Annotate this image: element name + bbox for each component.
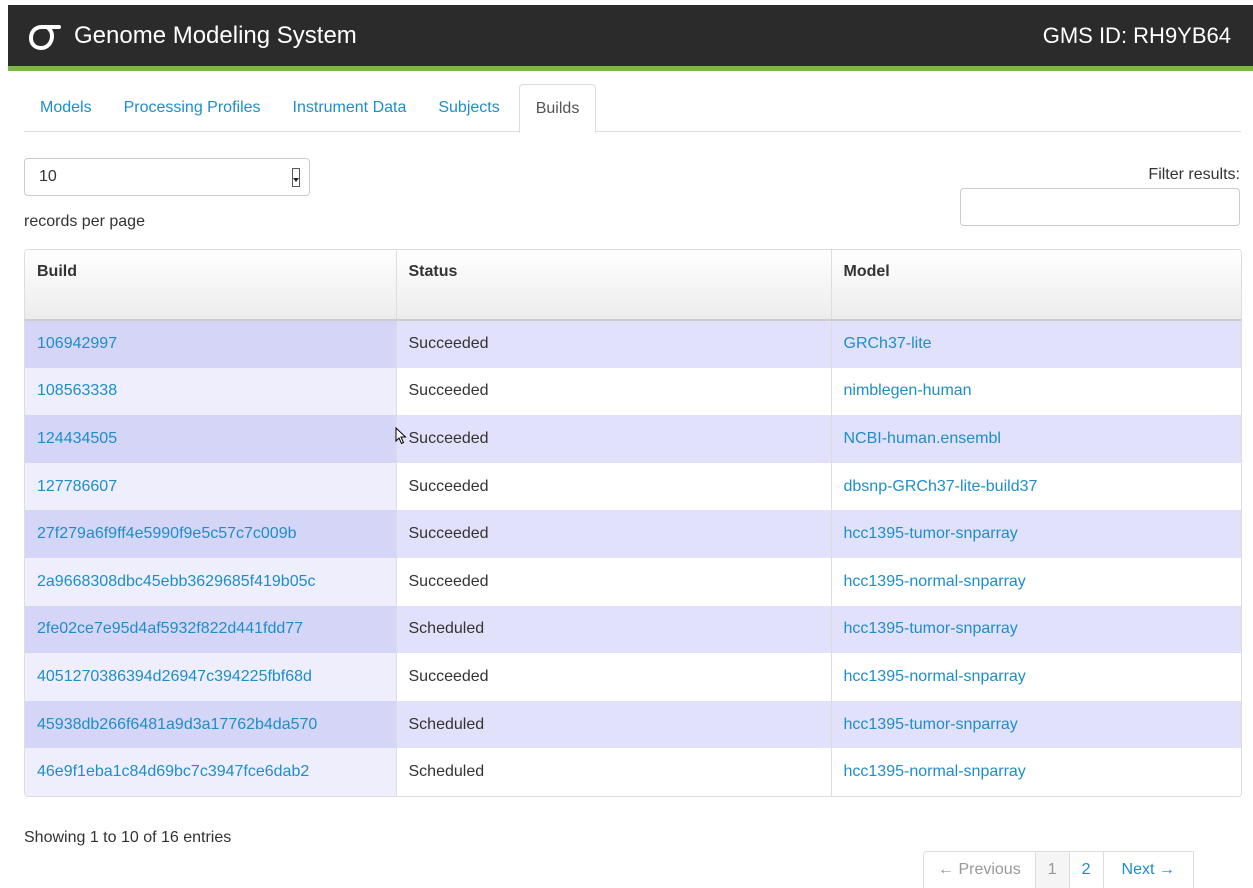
gms-id: GMS ID: RH9YB64 [1042,22,1231,48]
table-row: 124434505 Succeeded NCBI-human.ensembl [25,415,1241,463]
model-cell: GRCh37-lite [830,320,1241,368]
build-cell: 2fe02ce7e95d4af5932f822d441fdd77 [25,605,396,654]
navbar-accent-stripe [8,66,1253,71]
build-cell: 108563338 [25,367,396,416]
status-cell: Succeeded [395,510,831,558]
build-link[interactable]: 2fe02ce7e95d4af5932f822d441fdd77 [37,620,303,637]
status-cell: Succeeded [395,415,831,463]
table-header-row: Build Status Model [25,250,1241,321]
build-cell: 46e9f1eba1c84d69bc7c3947fce6dab2 [25,748,396,796]
table-row: 127786607 Succeeded dbsnp-GRCh37-lite-buil… [25,462,1241,511]
model-link[interactable]: hcc1395-normal-snparray [844,763,1026,780]
nav-tabs: Models Processing Profiles Instrument Da… [24,84,1241,133]
table-row: 2a9668308dbc45ebb3629685f419b05c Succeede… [25,557,1241,606]
status-cell: Succeeded [395,462,831,511]
build-link[interactable]: 45938db266f6481a9d3a17762b4da570 [37,716,317,733]
status-cell: Succeeded [395,367,831,416]
select-arrow-icon [292,168,300,187]
table-row: 45938db266f6481a9d3a17762b4da570 Schedule… [25,700,1241,749]
build-link[interactable]: 127786607 [37,478,117,495]
status-cell: Succeeded [395,320,831,368]
build-cell: 27f279a6f9ff4e5990f9e5c57c7c009b [25,510,396,558]
model-cell: hcc1395-tumor-snparray [830,700,1241,749]
table-row: 108563338 Succeeded nimblegen-human [25,367,1241,416]
build-link[interactable]: 106942997 [37,335,117,352]
brand[interactable]: Genome Modeling System [28,5,357,66]
model-link[interactable]: GRCh37-lite [844,335,932,352]
build-cell: 2a9668308dbc45ebb3629685f419b05c [25,557,396,606]
model-link[interactable]: NCBI-human.ensembl [844,430,1001,447]
tab-instrument-data[interactable]: Instrument Data [277,84,423,132]
table-row: 4051270386394d26947c394225fbf68d Succeede… [25,653,1241,701]
build-cell: 124434505 [25,415,396,463]
build-cell: 45938db266f6481a9d3a17762b4da570 [25,700,396,749]
build-cell: 127786607 [25,462,396,511]
model-cell: hcc1395-normal-snparray [830,557,1241,606]
column-header-build[interactable]: Build [25,250,396,321]
model-cell: dbsnp-GRCh37-lite-build37 [830,462,1241,511]
tab-processing-profiles[interactable]: Processing Profiles [108,84,277,132]
model-cell: hcc1395-tumor-snparray [830,605,1241,654]
model-link[interactable]: hcc1395-tumor-snparray [844,716,1018,733]
build-link[interactable]: 4051270386394d26947c394225fbf68d [37,668,312,685]
build-link[interactable]: 2a9668308dbc45ebb3629685f419b05c [37,573,316,590]
model-cell: hcc1395-normal-snparray [830,653,1241,701]
top-navbar: Genome Modeling System GMS ID: RH9YB64 [8,5,1253,71]
model-link[interactable]: hcc1395-normal-snparray [844,573,1026,590]
build-link[interactable]: 46e9f1eba1c84d69bc7c3947fce6dab2 [37,763,309,780]
build-link[interactable]: 124434505 [37,430,117,447]
column-header-status[interactable]: Status [395,250,831,321]
status-cell: Scheduled [395,605,831,654]
table-row: 46e9f1eba1c84d69bc7c3947fce6dab2 Schedule… [25,748,1241,796]
model-cell: hcc1395-tumor-snparray [830,510,1241,558]
brand-title: Genome Modeling System [74,21,357,49]
status-cell: Succeeded [395,557,831,606]
model-link[interactable]: dbsnp-GRCh37-lite-build37 [844,478,1038,495]
builds-table: Build Status Model 106942997 Succeeded GRC… [24,249,1242,797]
pagination: ← Previous 1 2 Next → [923,851,1194,888]
model-link[interactable]: hcc1395-tumor-snparray [844,525,1018,542]
table-row: 2fe02ce7e95d4af5932f822d441fdd77 Schedule… [25,605,1241,654]
build-link[interactable]: 27f279a6f9ff4e5990f9e5c57c7c009b [37,525,297,542]
page-2-button[interactable]: 2 [1068,852,1103,888]
model-cell: hcc1395-normal-snparray [830,748,1241,796]
tab-subjects[interactable]: Subjects [422,84,515,132]
status-cell: Succeeded [395,653,831,701]
model-link[interactable]: hcc1395-normal-snparray [844,668,1026,685]
table-row: 106942997 Succeeded GRCh37-lite [25,320,1241,368]
build-link[interactable]: 108563338 [37,382,117,399]
model-link[interactable]: nimblegen-human [844,382,972,399]
records-per-page-value: 10 [39,168,57,185]
table-info: Showing 1 to 10 of 16 entries [24,829,232,846]
next-page-button[interactable]: Next → [1102,852,1193,888]
filter-label: Filter results: [1148,166,1240,183]
table-row: 27f279a6f9ff4e5990f9e5c57c7c009b Succeede… [25,510,1241,558]
tab-models[interactable]: Models [24,84,108,132]
status-cell: Scheduled [395,700,831,749]
model-cell: nimblegen-human [830,367,1241,416]
filter-input[interactable] [960,188,1240,226]
status-cell: Scheduled [395,748,831,796]
page-1-button[interactable]: 1 [1034,852,1069,888]
column-header-model[interactable]: Model [830,250,1241,321]
records-per-page-select[interactable]: 10 [24,158,310,196]
model-link[interactable]: hcc1395-tumor-snparray [844,620,1018,637]
tab-builds[interactable]: Builds [518,84,597,133]
previous-page-button[interactable]: ← Previous [924,852,1035,888]
sigma-logo-icon [28,24,61,50]
build-cell: 4051270386394d26947c394225fbf68d [25,653,396,701]
model-cell: NCBI-human.ensembl [830,415,1241,463]
build-cell: 106942997 [25,320,396,368]
records-per-page-label: records per page [24,213,145,230]
